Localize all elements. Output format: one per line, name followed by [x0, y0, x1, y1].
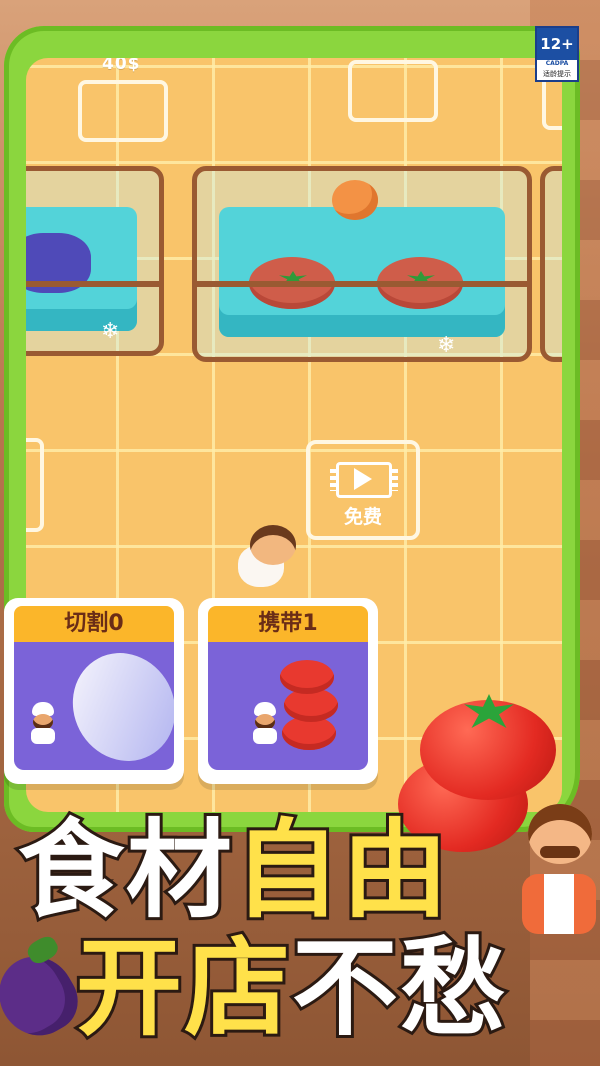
slogan-line-1: 食材自由	[15, 813, 451, 929]
age-rating-org: CADPA	[545, 60, 569, 67]
snowflake-icon: ❄	[101, 319, 120, 344]
chef-mascot	[518, 788, 600, 938]
upgrade-card-cut[interactable]: 切割0	[4, 598, 184, 784]
upgrade-card-title: 携带1	[208, 606, 368, 642]
age-rating-badge: 12+ CADPA 适龄提示	[535, 26, 579, 82]
slot-price: 40$	[102, 58, 141, 74]
player-chef	[232, 525, 302, 587]
empty-slot[interactable]	[26, 438, 44, 532]
upgrade-card-panel	[208, 642, 368, 770]
age-rating-value: 12+	[537, 28, 577, 60]
empty-slot[interactable]	[348, 60, 438, 122]
snowflake-icon: ❄	[437, 333, 456, 358]
chef-head	[250, 525, 296, 565]
upgrade-card-carry[interactable]: 携带1	[198, 598, 378, 784]
upgrade-card-title: 切割0	[14, 606, 174, 642]
tomato-stack-icon	[280, 660, 334, 694]
slogan-word: 自由	[231, 809, 451, 932]
case-frame-bar	[26, 281, 164, 287]
chef-mini-icon	[252, 702, 278, 744]
slogan-line-2: 开店不愁	[73, 931, 509, 1047]
upgrade-card-panel	[14, 642, 174, 770]
fridge-case-left[interactable]: ❄	[26, 166, 164, 356]
case-frame-bar	[192, 281, 532, 287]
slogan-word: 开店	[73, 927, 293, 1050]
chef-mini-icon	[30, 702, 56, 744]
video-button-label: 免费	[343, 506, 382, 528]
slogan-word: 不愁	[289, 927, 509, 1050]
free-video-button[interactable]: 免费	[306, 440, 420, 540]
slogan-word: 食材	[15, 809, 235, 932]
orange-item-icon	[332, 180, 378, 220]
knife-slash-icon	[54, 642, 174, 770]
play-triangle-icon	[354, 468, 372, 490]
age-rating-note: 适龄提示	[543, 70, 571, 78]
fridge-case-right[interactable]	[540, 166, 562, 362]
empty-slot[interactable]	[78, 80, 168, 142]
